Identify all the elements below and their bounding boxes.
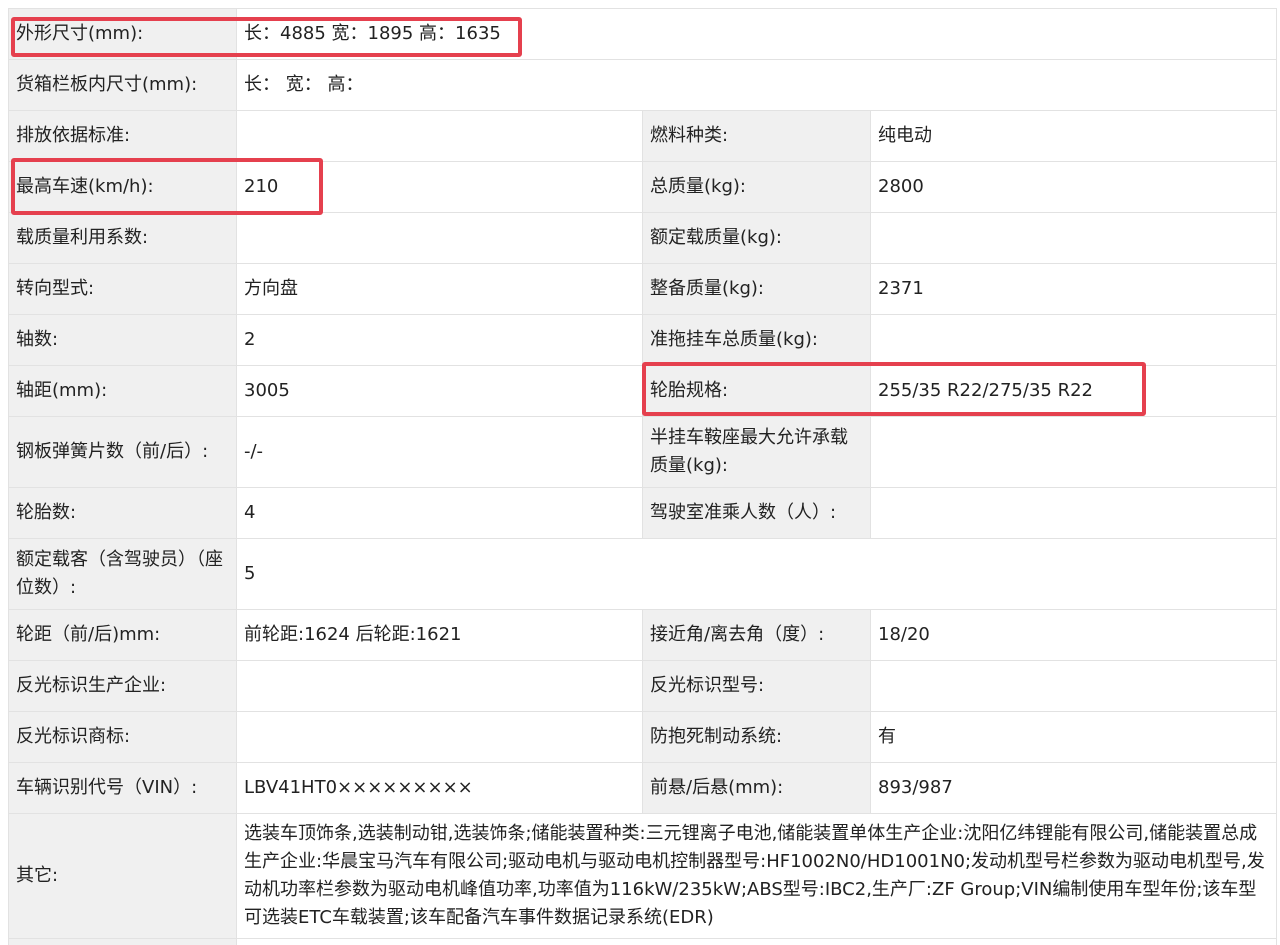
reflector-brand-value (237, 712, 643, 763)
table-row: 额定载客（含驾驶员）（座位数）: 5 (9, 539, 1277, 610)
max-speed-label: 最高车速(km/h): (9, 162, 237, 213)
table-row: 排放依据标准: 燃料种类: 纯电动 (9, 111, 1277, 162)
reflector-model-value (871, 661, 1277, 712)
reflector-brand-label: 反光标识商标: (9, 712, 237, 763)
cargo-box-value: 长： 宽： 高： (237, 60, 1277, 111)
wheelbase-label: 轴距(mm): (9, 366, 237, 417)
table-row: 轴距(mm): 3005 轮胎规格: 255/35 R22/275/35 R22 (9, 366, 1277, 417)
table-row: 反光标识商标: 防抱死制动系统: 有 (9, 712, 1277, 763)
tire-count-label: 轮胎数: (9, 488, 237, 539)
vin-label: 车辆识别代号（VIN）: (9, 763, 237, 814)
other-label: 其它: (9, 814, 237, 939)
abs-label: 防抱死制动系统: (643, 712, 871, 763)
max-speed-value: 210 (237, 162, 643, 213)
saddle-load-label: 半挂车鞍座最大允许承载质量(kg): (643, 417, 871, 488)
trailer-mass-label: 准拖挂车总质量(kg): (643, 315, 871, 366)
trailing-value-cell (237, 939, 1277, 945)
angles-label: 接近角/离去角（度）: (643, 610, 871, 661)
reflector-maker-label: 反光标识生产企业: (9, 661, 237, 712)
table-row: 外形尺寸(mm): 长：4885 宽：1895 高：1635 (9, 9, 1277, 60)
table-row: 轮距（前/后)mm: 前轮距:1624 后轮距:1621 接近角/离去角（度）:… (9, 610, 1277, 661)
reflector-model-label: 反光标识型号: (643, 661, 871, 712)
vin-value: LBV41HT0××××××××× (237, 763, 643, 814)
reflector-maker-value (237, 661, 643, 712)
track-value: 前轮距:1624 后轮距:1621 (237, 610, 643, 661)
load-coefficient-value (237, 213, 643, 264)
vehicle-spec-sheet: 外形尺寸(mm): 长：4885 宽：1895 高：1635 货箱栏板内尺寸(m… (8, 8, 1276, 945)
overhang-label: 前悬/后悬(mm): (643, 763, 871, 814)
table-row: 轴数: 2 准拖挂车总质量(kg): (9, 315, 1277, 366)
saddle-load-value (871, 417, 1277, 488)
other-value: 选装车顶饰条,选装制动钳,选装饰条;储能装置种类:三元锂离子电池,储能装置单体生… (237, 814, 1277, 939)
load-coefficient-label: 载质量利用系数: (9, 213, 237, 264)
axles-label: 轴数: (9, 315, 237, 366)
gross-mass-label: 总质量(kg): (643, 162, 871, 213)
leaf-springs-value: -/- (237, 417, 643, 488)
fuel-type-value: 纯电动 (871, 111, 1277, 162)
steering-label: 转向型式: (9, 264, 237, 315)
table-row: 载质量利用系数: 额定载质量(kg): (9, 213, 1277, 264)
dimensions-value: 长：4885 宽：1895 高：1635 (237, 9, 1277, 60)
table-row (9, 939, 1277, 945)
table-row: 钢板弹簧片数（前/后）: -/- 半挂车鞍座最大允许承载质量(kg): (9, 417, 1277, 488)
steering-value: 方向盘 (237, 264, 643, 315)
axles-value: 2 (237, 315, 643, 366)
curb-mass-label: 整备质量(kg): (643, 264, 871, 315)
fuel-type-label: 燃料种类: (643, 111, 871, 162)
table-row: 轮胎数: 4 驾驶室准乘人数（人）: (9, 488, 1277, 539)
table-row: 车辆识别代号（VIN）: LBV41HT0××××××××× 前悬/后悬(mm)… (9, 763, 1277, 814)
emission-standard-value (237, 111, 643, 162)
spec-table: 外形尺寸(mm): 长：4885 宽：1895 高：1635 货箱栏板内尺寸(m… (8, 8, 1277, 945)
curb-mass-value: 2371 (871, 264, 1277, 315)
rated-passengers-label: 额定载客（含驾驶员）（座位数）: (9, 539, 237, 610)
emission-standard-label: 排放依据标准: (9, 111, 237, 162)
tire-spec-label: 轮胎规格: (643, 366, 871, 417)
table-row: 最高车速(km/h): 210 总质量(kg): 2800 (9, 162, 1277, 213)
dimensions-label: 外形尺寸(mm): (9, 9, 237, 60)
leaf-springs-label: 钢板弹簧片数（前/后）: (9, 417, 237, 488)
abs-value: 有 (871, 712, 1277, 763)
table-row: 其它: 选装车顶饰条,选装制动钳,选装饰条;储能装置种类:三元锂离子电池,储能装… (9, 814, 1277, 939)
cargo-box-label: 货箱栏板内尺寸(mm): (9, 60, 237, 111)
tire-spec-value: 255/35 R22/275/35 R22 (871, 366, 1277, 417)
track-label: 轮距（前/后)mm: (9, 610, 237, 661)
table-row: 货箱栏板内尺寸(mm): 长： 宽： 高： (9, 60, 1277, 111)
trailing-label-cell (9, 939, 237, 945)
trailer-mass-value (871, 315, 1277, 366)
table-row: 反光标识生产企业: 反光标识型号: (9, 661, 1277, 712)
table-row: 转向型式: 方向盘 整备质量(kg): 2371 (9, 264, 1277, 315)
wheelbase-value: 3005 (237, 366, 643, 417)
rated-load-value (871, 213, 1277, 264)
rated-load-label: 额定载质量(kg): (643, 213, 871, 264)
overhang-value: 893/987 (871, 763, 1277, 814)
angles-value: 18/20 (871, 610, 1277, 661)
cab-occupants-value (871, 488, 1277, 539)
gross-mass-value: 2800 (871, 162, 1277, 213)
cab-occupants-label: 驾驶室准乘人数（人）: (643, 488, 871, 539)
rated-passengers-value: 5 (237, 539, 1277, 610)
tire-count-value: 4 (237, 488, 643, 539)
